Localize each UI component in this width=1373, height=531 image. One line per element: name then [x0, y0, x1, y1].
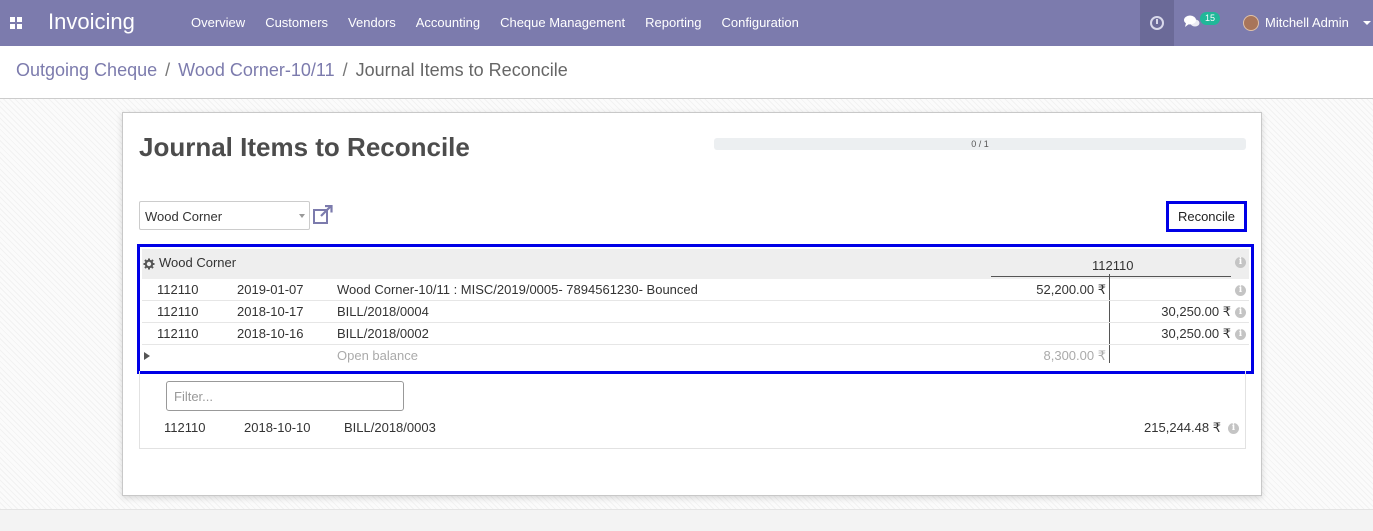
progress-text: 0 / 1 — [971, 139, 989, 149]
info-icon[interactable]: i — [1235, 285, 1246, 296]
breadcrumb-separator: / — [165, 60, 171, 80]
proposition-header: Wood Corner 112110 i — [142, 249, 1249, 279]
row-credit: 30,250.00 ₹ — [1161, 326, 1231, 341]
partner-select[interactable]: Wood Corner — [139, 201, 310, 230]
clock-icon — [1150, 16, 1164, 30]
partner-select-value: Wood Corner — [145, 209, 223, 224]
table-row[interactable]: 112110 2018-10-10 BILL/2018/0003 215,244… — [140, 417, 1245, 439]
menu-item-cheque-management[interactable]: Cheque Management — [490, 0, 635, 46]
table-row[interactable]: 112110 2018-10-17 BILL/2018/0004 30,250.… — [142, 301, 1249, 323]
row-date: 2018-10-16 — [237, 326, 304, 341]
chevron-down-icon — [1363, 21, 1371, 25]
systray: 15 Mitchell Admin — [1140, 0, 1373, 46]
filter-input[interactable] — [166, 381, 404, 411]
reconcile-sheet: Journal Items to Reconcile 0 / 1 Wood Co… — [122, 112, 1262, 496]
message-count-badge: 15 — [1200, 12, 1221, 25]
row-account: 112110 — [157, 282, 199, 297]
top-navbar: Invoicing Overview Customers Vendors Acc… — [0, 0, 1373, 46]
table-row[interactable]: 112110 2018-10-16 BILL/2018/0002 30,250.… — [142, 323, 1249, 345]
breadcrumb: Outgoing Cheque / Wood Corner-10/11 / Jo… — [16, 60, 568, 81]
row-credit: 215,244.48 ₹ — [1144, 420, 1221, 435]
breadcrumb-separator: / — [342, 60, 348, 80]
gear-icon[interactable] — [143, 258, 155, 270]
open-balance-row[interactable]: Open balance 8,300.00 ₹ — [142, 345, 1249, 367]
menu-item-configuration[interactable]: Configuration — [711, 0, 808, 46]
menu-item-accounting[interactable]: Accounting — [406, 0, 490, 46]
row-credit: 30,250.00 ₹ — [1161, 304, 1231, 319]
external-link-icon[interactable] — [312, 204, 334, 225]
info-icon[interactable]: i — [1228, 423, 1239, 434]
user-name: Mitchell Admin — [1265, 15, 1349, 30]
chat-bubbles-icon — [1184, 15, 1200, 33]
row-date: 2018-10-10 — [244, 420, 311, 435]
row-account: 112110 — [164, 420, 206, 435]
row-account: 112110 — [157, 326, 199, 341]
menu-item-overview[interactable]: Overview — [181, 0, 255, 46]
user-menu[interactable]: Mitchell Admin — [1230, 0, 1373, 46]
breadcrumb-outgoing-cheque[interactable]: Outgoing Cheque — [16, 60, 157, 80]
row-label: BILL/2018/0003 — [344, 420, 436, 435]
column-divider — [991, 276, 1231, 277]
table-row[interactable]: 112110 2019-01-07 Wood Corner-10/11 : MI… — [142, 279, 1249, 301]
menu-item-reporting[interactable]: Reporting — [635, 0, 711, 46]
expand-triangle-icon[interactable] — [144, 352, 150, 360]
available-lines: 112110 2018-10-10 BILL/2018/0003 215,244… — [139, 371, 1246, 449]
reconcile-progress-bar: 0 / 1 — [714, 138, 1246, 150]
open-balance-label: Open balance — [337, 348, 418, 363]
row-label: Wood Corner-10/11 : MISC/2019/0005- 7894… — [337, 282, 698, 297]
breadcrumb-cheque-record[interactable]: Wood Corner-10/11 — [178, 60, 334, 80]
proposition-partner-name: Wood Corner — [159, 255, 237, 270]
info-icon[interactable]: i — [1235, 257, 1246, 268]
breadcrumb-current: Journal Items to Reconcile — [355, 60, 568, 80]
info-icon[interactable]: i — [1235, 307, 1246, 318]
reconcile-button[interactable]: Reconcile — [1166, 201, 1247, 232]
activity-button[interactable] — [1140, 0, 1174, 46]
control-panel: Outgoing Cheque / Wood Corner-10/11 / Jo… — [0, 46, 1373, 99]
row-date: 2018-10-17 — [237, 304, 304, 319]
info-icon[interactable]: i — [1235, 329, 1246, 340]
page-title: Journal Items to Reconcile — [139, 132, 470, 162]
open-balance-value: 8,300.00 ₹ — [1043, 348, 1107, 363]
proposition-account-code: 112110 — [1092, 258, 1134, 273]
row-label: BILL/2018/0004 — [337, 304, 429, 319]
menu-item-customers[interactable]: Customers — [255, 0, 338, 46]
chevron-down-icon — [299, 214, 305, 218]
bottom-strip — [0, 509, 1373, 531]
row-label: BILL/2018/0002 — [337, 326, 429, 341]
menu-item-vendors[interactable]: Vendors — [338, 0, 406, 46]
messaging-button[interactable]: 15 — [1174, 0, 1230, 46]
row-debit: 52,200.00 ₹ — [1036, 282, 1106, 297]
main-menu: Overview Customers Vendors Accounting Ch… — [181, 0, 809, 46]
row-date: 2019-01-07 — [237, 282, 304, 297]
avatar — [1243, 15, 1259, 31]
reconciliation-proposition: Wood Corner 112110 i 112110 2019-01-07 W… — [137, 244, 1254, 374]
apps-menu-icon[interactable] — [10, 17, 22, 29]
app-title[interactable]: Invoicing — [48, 9, 135, 35]
row-account: 112110 — [157, 304, 199, 319]
